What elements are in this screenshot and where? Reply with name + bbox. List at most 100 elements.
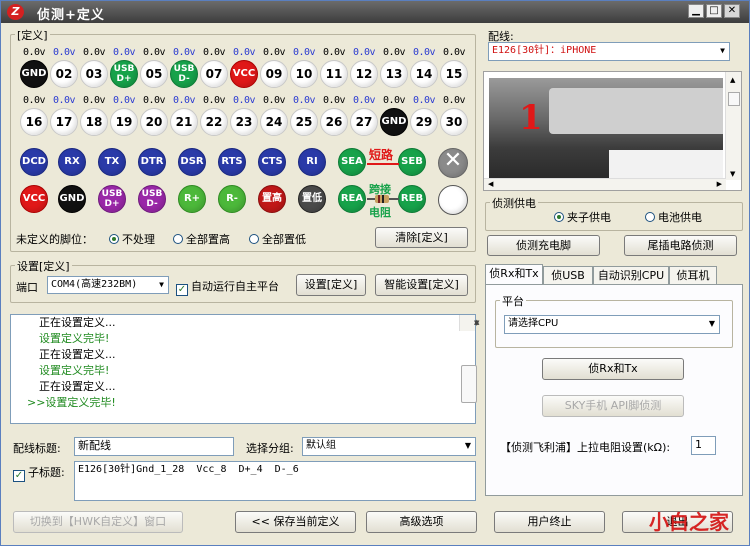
pin-18[interactable]: 18 bbox=[80, 108, 108, 136]
pin-4[interactable]: USB D+ bbox=[110, 60, 138, 88]
signal-pin-dsr[interactable]: DSR bbox=[178, 148, 206, 176]
pin-23[interactable]: 23 bbox=[230, 108, 258, 136]
photo-vscrollbar[interactable]: ▲ ▼ bbox=[725, 72, 741, 180]
power-pin-4[interactable]: R+ bbox=[178, 185, 206, 213]
signal-pin-rx[interactable]: RX bbox=[58, 148, 86, 176]
power-pin-0[interactable]: VCC bbox=[20, 185, 48, 213]
scroll-up-icon[interactable]: ▲ bbox=[730, 76, 735, 84]
radio-all-low[interactable]: 全部置低 bbox=[249, 231, 306, 247]
subtitle-input[interactable]: E126[30针]Gnd_1_28 Vcc_8 D+_4 D-_6 bbox=[74, 461, 476, 501]
pin-6[interactable]: USB D- bbox=[170, 60, 198, 88]
scroll-thumb[interactable] bbox=[728, 92, 740, 106]
tab-rx-tx[interactable]: 侦Rx和Tx bbox=[485, 264, 543, 284]
auto-run-checkbox[interactable]: ✓ 自动运行自主平台 bbox=[176, 278, 279, 296]
wiring-select[interactable]: E126[30针]：iPHONE ▼ bbox=[488, 42, 730, 61]
pin-8[interactable]: VCC bbox=[230, 60, 258, 88]
checkmark-icon: ✓ bbox=[176, 284, 188, 296]
pin-30[interactable]: 30 bbox=[440, 108, 468, 136]
pin-13[interactable]: 13 bbox=[380, 60, 408, 88]
sky-api-detect-button[interactable]: SKY手机 API脚侦测 bbox=[542, 395, 684, 417]
voltage-readout: 0.0v bbox=[352, 95, 376, 106]
scroll-left-icon[interactable]: ◀ bbox=[488, 180, 493, 188]
pin-10[interactable]: 10 bbox=[290, 60, 318, 88]
pin-24[interactable]: 24 bbox=[260, 108, 288, 136]
power-pin-7[interactable]: 置低 bbox=[298, 185, 326, 213]
signal-pin-ri[interactable]: RI bbox=[298, 148, 326, 176]
pin-20[interactable]: 20 bbox=[140, 108, 168, 136]
signal-pin-seb[interactable]: SEB bbox=[398, 148, 426, 176]
pin-21[interactable]: 21 bbox=[170, 108, 198, 136]
maximize-button[interactable]: □ bbox=[706, 4, 722, 18]
radio-clip-power[interactable]: 夹子供电 bbox=[554, 209, 611, 225]
power-pin-6[interactable]: 置高 bbox=[258, 185, 286, 213]
pin-16[interactable]: 16 bbox=[20, 108, 48, 136]
save-definition-button[interactable]: << 保存当前定义 bbox=[235, 511, 356, 533]
power-pin-5[interactable]: R- bbox=[218, 185, 246, 213]
signal-pin-dtr[interactable]: DTR bbox=[138, 148, 166, 176]
scroll-down-icon[interactable]: ▼ bbox=[730, 170, 735, 178]
pin-5[interactable]: 05 bbox=[140, 60, 168, 88]
radio-no-process[interactable]: 不处理 bbox=[109, 231, 155, 247]
signal-pin-cts[interactable]: CTS bbox=[258, 148, 286, 176]
signal-pin-tx[interactable]: TX bbox=[98, 148, 126, 176]
clear-pins-close-icon[interactable]: ✕ bbox=[438, 148, 468, 178]
wiring-title-input[interactable]: 新配线 bbox=[74, 437, 234, 456]
pin-26[interactable]: 26 bbox=[320, 108, 348, 136]
tab-auto-cpu[interactable]: 自动识别CPU bbox=[593, 266, 669, 284]
pin-3[interactable]: 03 bbox=[80, 60, 108, 88]
power-pin-1[interactable]: GND bbox=[58, 185, 86, 213]
signal-pin-rts[interactable]: RTS bbox=[218, 148, 246, 176]
pin-2[interactable]: 02 bbox=[50, 60, 78, 88]
cpu-select[interactable]: 请选择CPU ▼ bbox=[504, 315, 720, 334]
pin-28[interactable]: GND bbox=[380, 108, 408, 136]
detect-rx-tx-button[interactable]: 侦Rx和Tx bbox=[542, 358, 684, 380]
log-scrollbar[interactable]: ▲ ▼ bbox=[459, 315, 479, 403]
radio-all-high[interactable]: 全部置高 bbox=[173, 231, 230, 247]
power-pin-3[interactable]: USB D- bbox=[138, 185, 166, 213]
power-pin-9[interactable]: REB bbox=[398, 185, 426, 213]
pin-19[interactable]: 19 bbox=[110, 108, 138, 136]
photo-hscrollbar[interactable]: ◀ ▶ bbox=[484, 178, 726, 190]
pin-29[interactable]: 29 bbox=[410, 108, 438, 136]
power-detect-group: 侦测供电 bbox=[485, 195, 743, 231]
set-definition-button[interactable]: 设置[定义] bbox=[296, 274, 366, 296]
switch-hwk-button[interactable]: 切换到【HWK自定义】窗口 bbox=[13, 511, 183, 533]
pullup-input[interactable]: 1 bbox=[691, 436, 716, 455]
minimize-button[interactable]: ▁ bbox=[688, 4, 704, 18]
pin-17[interactable]: 17 bbox=[50, 108, 78, 136]
pin-27[interactable]: 27 bbox=[350, 108, 378, 136]
signal-pin-sea[interactable]: SEA bbox=[338, 148, 366, 176]
port-select[interactable]: COM4(高速232BM) ▼ bbox=[47, 276, 169, 294]
pin-15[interactable]: 15 bbox=[440, 60, 468, 88]
power-pin-2[interactable]: USB D+ bbox=[98, 185, 126, 213]
close-button[interactable]: ✕ bbox=[724, 4, 740, 18]
pin-1[interactable]: GND bbox=[20, 60, 48, 88]
pin-22[interactable]: 22 bbox=[200, 108, 228, 136]
advanced-options-button[interactable]: 高级选项 bbox=[366, 511, 477, 533]
pin-7[interactable]: 07 bbox=[200, 60, 228, 88]
pin-11[interactable]: 11 bbox=[320, 60, 348, 88]
tail-circuit-detect-button[interactable]: 尾插电路侦测 bbox=[624, 235, 737, 256]
group-select[interactable]: 默认组 ▼ bbox=[302, 437, 476, 456]
scroll-down-icon[interactable]: ▼ bbox=[460, 316, 479, 331]
signal-pin-dcd[interactable]: DCD bbox=[20, 148, 48, 176]
clear-definition-button[interactable]: 清除[定义] bbox=[375, 227, 468, 248]
empty-circle-button[interactable] bbox=[438, 185, 468, 215]
scroll-thumb[interactable] bbox=[461, 365, 477, 403]
subtitle-checkbox[interactable]: ✓ 子标题: bbox=[13, 464, 65, 482]
pin-14[interactable]: 14 bbox=[410, 60, 438, 88]
smart-set-button[interactable]: 智能设置[定义] bbox=[375, 274, 468, 296]
user-stop-button[interactable]: 用户终止 bbox=[494, 511, 605, 533]
watermark: 小白之家 bbox=[649, 510, 729, 534]
voltage-readout: 0.0v bbox=[142, 95, 166, 106]
tab-earphone[interactable]: 侦耳机 bbox=[669, 266, 717, 284]
pin-9[interactable]: 09 bbox=[260, 60, 288, 88]
radio-battery-power[interactable]: 电池供电 bbox=[645, 209, 702, 225]
scroll-right-icon[interactable]: ▶ bbox=[717, 180, 722, 188]
tab-usb[interactable]: 侦USB bbox=[543, 266, 593, 284]
pin-12[interactable]: 12 bbox=[350, 60, 378, 88]
power-pin-8[interactable]: REA bbox=[338, 185, 366, 213]
detect-charge-pin-button[interactable]: 侦测充电脚 bbox=[487, 235, 600, 256]
log-line: 设置定义完毕! bbox=[39, 364, 110, 377]
pin-25[interactable]: 25 bbox=[290, 108, 318, 136]
